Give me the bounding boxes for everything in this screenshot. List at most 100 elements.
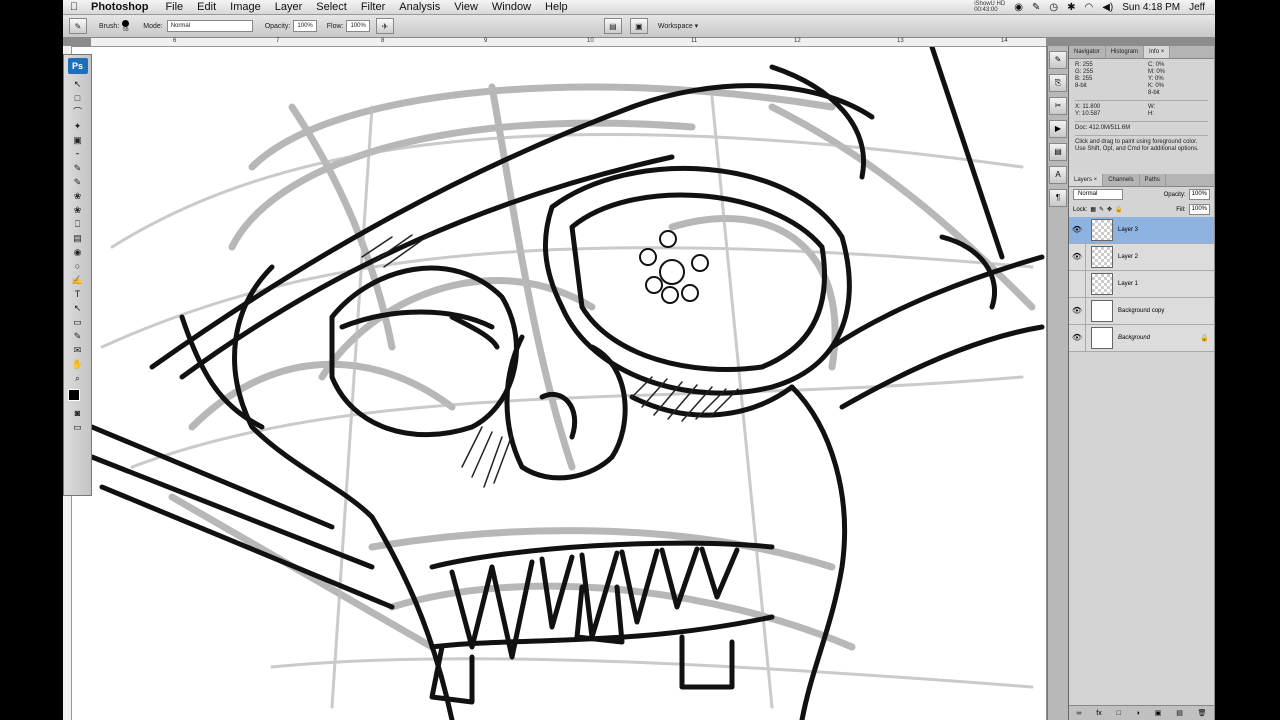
eye-icon[interactable]: 👁 [1069, 244, 1086, 270]
paragraph-icon[interactable]: ¶ [1049, 189, 1067, 207]
ishowu-status[interactable]: iShowU HD 00:43:00 [974, 1, 1005, 13]
pen-tool-icon[interactable]: ✍ [69, 274, 87, 287]
menu-help[interactable]: Help [545, 1, 568, 13]
adjustment-layer-icon[interactable]: ◑ [1136, 710, 1140, 717]
menu-image[interactable]: Image [230, 1, 261, 13]
path-selection-icon[interactable]: ↖ [69, 302, 87, 315]
blend-mode-select[interactable]: Normal [1073, 189, 1123, 200]
lock-pixels-icon[interactable]: ✎ [1099, 206, 1104, 213]
menu-edit[interactable]: Edit [197, 1, 216, 13]
eye-icon[interactable]: 👁 [1069, 325, 1086, 351]
apple-menu-icon[interactable]:  [63, 1, 85, 13]
airbrush-icon[interactable]: ✈ [375, 18, 394, 34]
document-canvas[interactable] [72, 47, 1046, 720]
layer-row[interactable]: Layer 1 [1069, 271, 1214, 298]
foreground-color-swatch[interactable] [68, 389, 80, 401]
tab-histogram[interactable]: Histogram [1106, 46, 1145, 58]
layer-row[interactable]: 👁 Layer 2 [1069, 244, 1214, 271]
app-menu[interactable]: Photoshop [91, 1, 148, 13]
blur-icon[interactable]: ◉ [69, 246, 87, 259]
eraser-icon[interactable]: ⎕ [69, 218, 87, 231]
zoom-tool-icon[interactable]: ⌕ [69, 372, 87, 385]
eye-icon[interactable]: 👁 [1069, 298, 1086, 324]
wifi-icon[interactable]: ◠ [1084, 2, 1093, 13]
brushes-panel-icon[interactable]: ✎ [1049, 51, 1067, 69]
layer-row[interactable]: 👁 Background 🔒 [1069, 325, 1214, 352]
menu-analysis[interactable]: Analysis [399, 1, 440, 13]
brush-tool-icon[interactable]: ✎ [69, 176, 87, 189]
fill-field[interactable]: 100% [1188, 204, 1210, 215]
lock-position-icon[interactable]: ✥ [1107, 206, 1112, 213]
opacity-field[interactable]: 100% [293, 20, 317, 32]
bluetooth-icon[interactable]: ✱ [1067, 2, 1075, 13]
tab-navigator[interactable]: Navigator [1069, 46, 1106, 58]
user-name[interactable]: Jeff [1189, 2, 1205, 13]
add-mask-icon[interactable]: □ [1117, 710, 1121, 717]
tab-info[interactable]: Info × [1144, 46, 1171, 58]
eye-icon[interactable] [1069, 271, 1086, 297]
shape-tool-icon[interactable]: ▭ [69, 316, 87, 329]
layer-name: Layer 3 [1118, 227, 1139, 233]
new-group-icon[interactable]: ▣ [1155, 709, 1162, 717]
layer-row[interactable]: 👁 Layer 3 [1069, 217, 1214, 244]
clone-stamp-icon[interactable]: ❀ [69, 190, 87, 203]
hand-tool-icon[interactable]: ✋ [69, 358, 87, 371]
menu-filter[interactable]: Filter [361, 1, 385, 13]
tab-layers[interactable]: Layers × [1069, 174, 1104, 186]
healing-brush-icon[interactable]: ✎ [69, 162, 87, 175]
record-icon[interactable]: ◉ [1014, 2, 1023, 13]
marquee-tool-icon[interactable]: □ [69, 92, 87, 105]
clone-source-icon[interactable]: ⎘ [1049, 74, 1067, 92]
screen-mode-icon[interactable]: ▭ [69, 421, 87, 434]
crop-tool-icon[interactable]: ▣ [69, 134, 87, 147]
link-layers-icon[interactable]: ∞ [1076, 710, 1081, 717]
eye-icon[interactable]: 👁 [1069, 217, 1086, 243]
layer-style-icon[interactable]: fx [1096, 710, 1101, 717]
history-brush-icon[interactable]: ❀ [69, 204, 87, 217]
brush-tool-preset-icon[interactable]: ✎ [69, 18, 87, 34]
time-machine-icon[interactable]: ◷ [1049, 2, 1058, 13]
tool-presets-icon[interactable]: ✂ [1049, 97, 1067, 115]
menu-view[interactable]: View [454, 1, 478, 13]
eyedropper-2-icon[interactable]: ✉ [69, 344, 87, 357]
layer-opacity-field[interactable]: 100% [1188, 189, 1210, 200]
type-tool-icon[interactable]: T [69, 288, 87, 301]
history-icon[interactable]: ▤ [1049, 143, 1067, 161]
brush-picker[interactable]: 55 [122, 19, 130, 33]
layer-row[interactable]: 👁 Background copy [1069, 298, 1214, 325]
tab-channels[interactable]: Channels [1103, 174, 1140, 186]
menu-select[interactable]: Select [316, 1, 347, 13]
tab-paths[interactable]: Paths [1140, 174, 1166, 186]
menu-file[interactable]: File [165, 1, 183, 13]
quick-mask-icon[interactable]: ◙ [69, 407, 87, 420]
new-layer-icon[interactable]: ▤ [1176, 709, 1183, 717]
lock-all-icon[interactable]: 🔒 [1115, 206, 1122, 213]
photoshop-logo[interactable]: Ps [67, 58, 88, 74]
bridge-icon[interactable]: ▣ [629, 18, 648, 34]
eyedropper-icon[interactable]: ⁃ [69, 148, 87, 161]
info-g-value: 255 [1083, 69, 1094, 75]
clock[interactable]: Sun 4:18 PM [1122, 2, 1180, 13]
magic-wand-icon[interactable]: ✦ [69, 120, 87, 133]
dodge-icon[interactable]: ○ [69, 260, 87, 273]
palette-well-icon[interactable]: ▤ [603, 18, 622, 34]
menu-window[interactable]: Window [492, 1, 531, 13]
workspace-menu[interactable]: Workspace ▾ [658, 22, 698, 30]
layers-lock-row: Lock: ▦ ✎ ✥ 🔒 Fill: 100% [1069, 202, 1214, 217]
volume-icon[interactable]: ◀) [1102, 2, 1113, 13]
layer-name: Layer 2 [1118, 254, 1139, 260]
notes-tool-icon[interactable]: ✎ [69, 330, 87, 343]
wacom-icon[interactable]: ✎ [1032, 2, 1040, 13]
flower-cluster [639, 230, 709, 304]
lock-transparency-icon[interactable]: ▦ [1090, 206, 1096, 213]
lasso-tool-icon[interactable]: ⌒ [69, 106, 87, 119]
actions-icon[interactable]: ▶ [1049, 120, 1067, 138]
ruler-tick: 12 [794, 38, 801, 44]
trash-icon[interactable]: 🗑 [1198, 709, 1207, 717]
move-tool-icon[interactable]: ↖ [69, 78, 87, 91]
character-icon[interactable]: A [1049, 166, 1067, 184]
flow-field[interactable]: 100% [346, 20, 370, 32]
gradient-icon[interactable]: ▤ [69, 232, 87, 245]
menu-layer[interactable]: Layer [275, 1, 303, 13]
mode-select[interactable]: Normal [166, 20, 253, 32]
